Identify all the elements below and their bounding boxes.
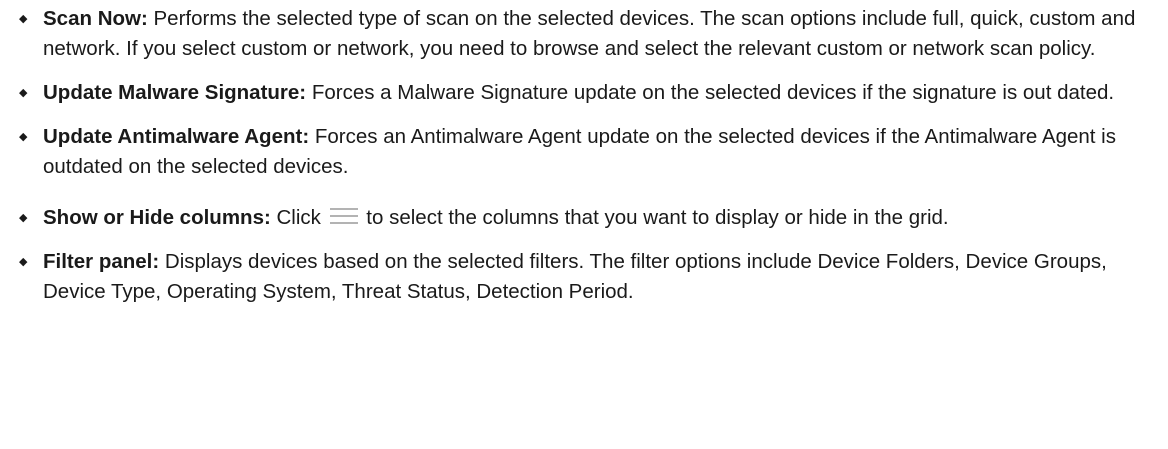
list-item-scan-now: ◆ Scan Now: Performs the selected type o… xyxy=(13,4,1152,64)
diamond-bullet-icon: ◆ xyxy=(19,87,28,99)
item-description: Displays devices based on the selected f… xyxy=(43,250,1107,303)
diamond-bullet-icon: ◆ xyxy=(19,256,28,268)
item-term: Show or Hide columns: xyxy=(43,206,271,229)
diamond-bullet-icon: ◆ xyxy=(19,13,28,25)
item-description-after-icon: to select the columns that you want to d… xyxy=(360,206,949,229)
list-item-show-hide-columns: ◆ Show or Hide columns: Click to select … xyxy=(13,203,1152,233)
list-item-filter-panel: ◆ Filter panel: Displays devices based o… xyxy=(13,247,1152,307)
diamond-bullet-icon: ◆ xyxy=(19,212,28,224)
list-item-update-malware-signature: ◆ Update Malware Signature: Forces a Mal… xyxy=(13,78,1152,108)
item-term: Filter panel: xyxy=(43,250,160,273)
item-term: Update Malware Signature: xyxy=(43,81,307,104)
document-body: ◆ Scan Now: Performs the selected type o… xyxy=(0,0,1168,449)
item-description: Forces a Malware Signature update on the… xyxy=(306,81,1115,104)
diamond-bullet-icon: ◆ xyxy=(19,131,28,143)
feature-list: ◆ Scan Now: Performs the selected type o… xyxy=(13,4,1152,307)
item-term: Scan Now: xyxy=(43,7,148,30)
hamburger-menu-icon xyxy=(329,204,359,224)
list-item-update-antimalware-agent: ◆ Update Antimalware Agent: Forces an An… xyxy=(13,122,1152,182)
item-description-before-icon: Click xyxy=(270,206,327,229)
item-term: Update Antimalware Agent: xyxy=(43,125,310,148)
item-description: Performs the selected type of scan on th… xyxy=(43,7,1136,60)
